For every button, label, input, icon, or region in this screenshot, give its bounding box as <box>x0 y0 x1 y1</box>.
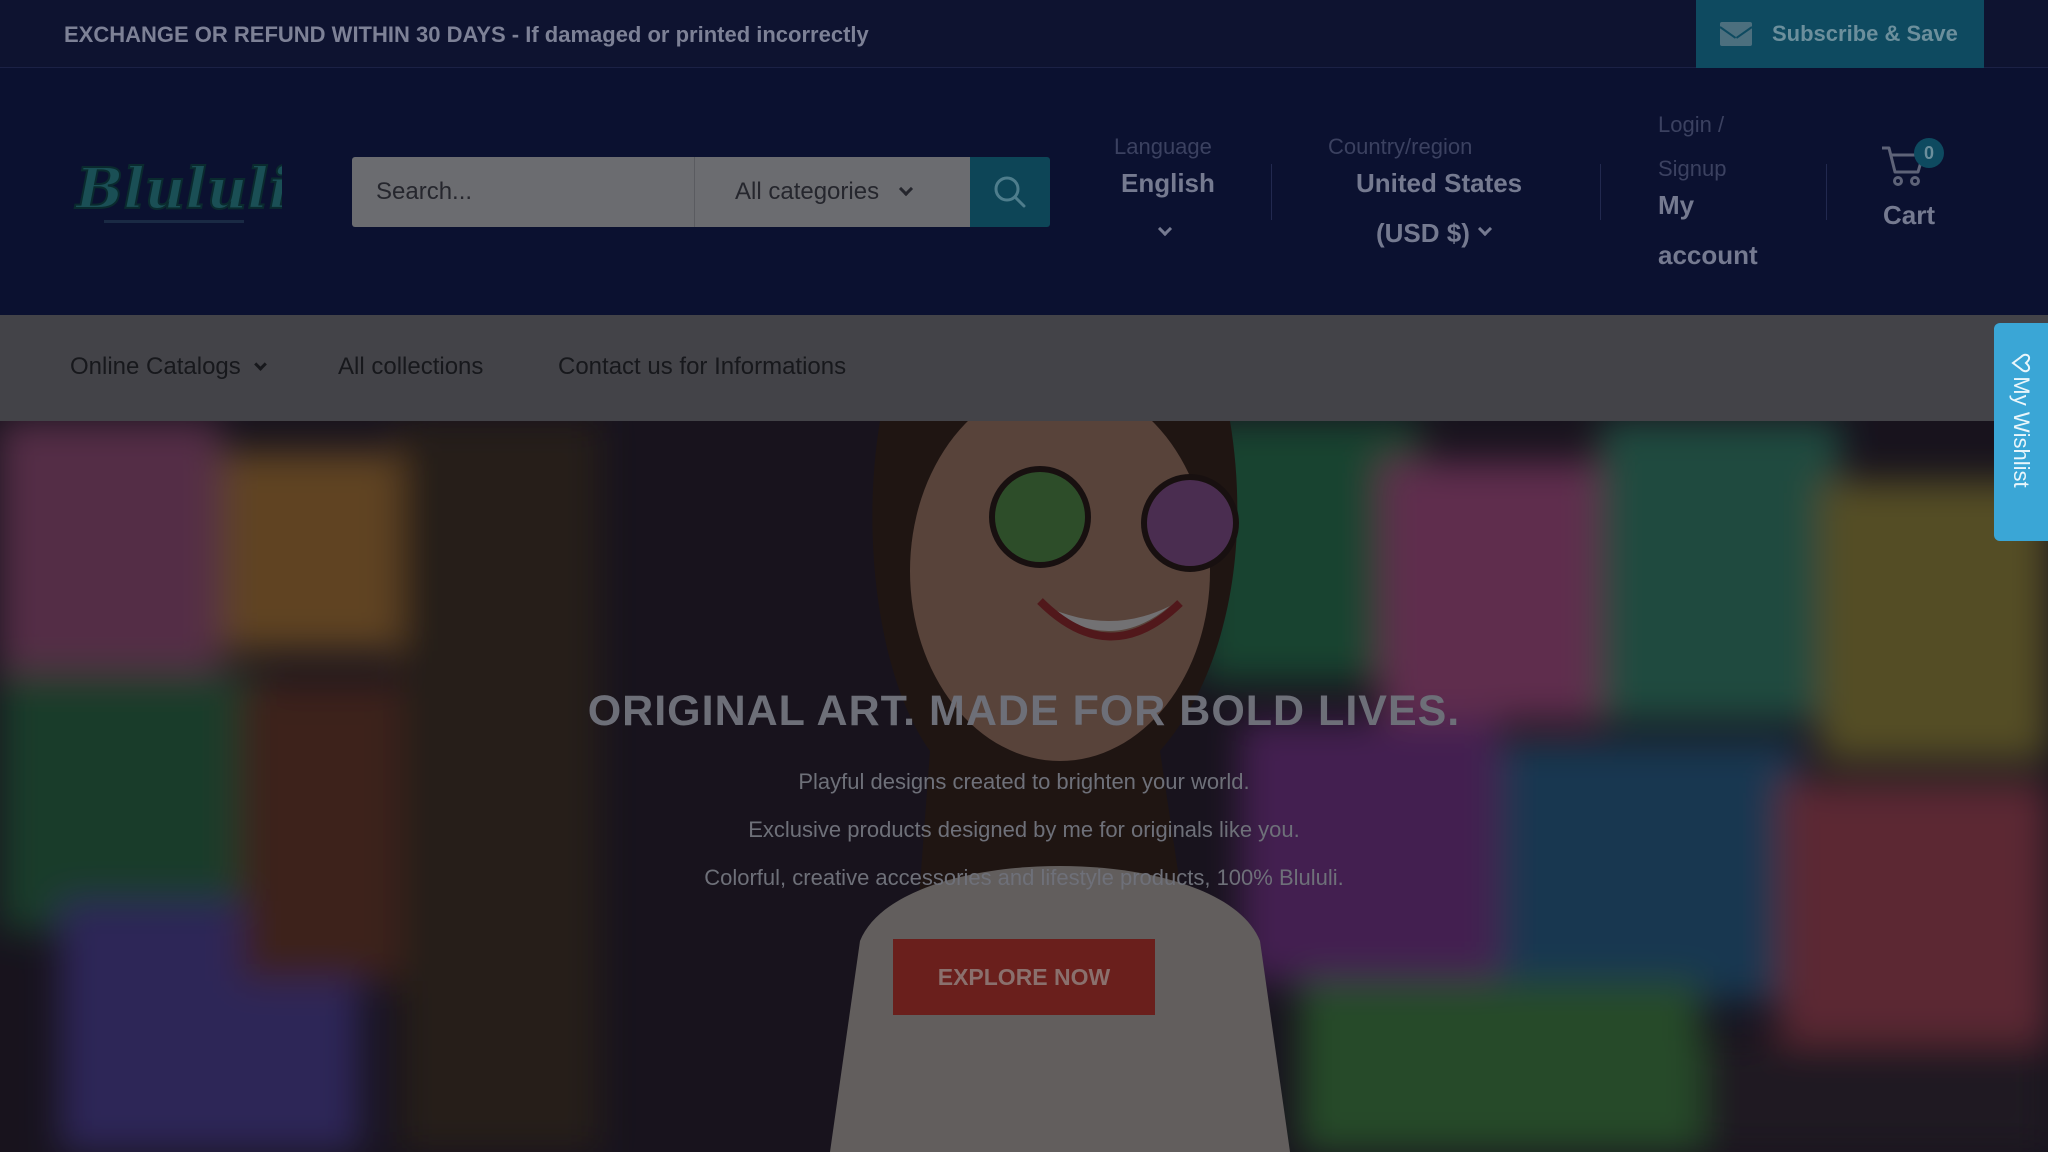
search-button[interactable] <box>970 157 1050 227</box>
chevron-down-icon <box>899 181 914 197</box>
main-nav <box>0 315 2048 421</box>
wishlist-tab[interactable]: My Wishlist <box>1994 323 2048 541</box>
category-select[interactable]: All categories <box>694 157 970 227</box>
nav-item-online-catalogs[interactable]: Online Catalogs <box>70 353 241 381</box>
wishlist-label: My Wishlist <box>2009 376 2034 488</box>
category-select-value: All categories <box>735 178 880 205</box>
currency-value[interactable]: (USD $) <box>1376 218 1470 249</box>
announcement-bar: EXCHANGE OR REFUND WITHIN 30 DAYS - If d… <box>0 0 2048 68</box>
search-icon <box>994 176 1026 208</box>
search-input[interactable] <box>352 157 694 227</box>
logo-text: Blululi <box>74 156 282 222</box>
login-label[interactable]: Login / <box>1658 112 1724 138</box>
my-account-link-line2[interactable]: account <box>1658 240 1758 271</box>
divider <box>1826 164 1827 220</box>
hero-subtitle-line: Colorful, creative accessories and lifes… <box>704 865 1344 890</box>
mail-icon <box>1720 22 1752 46</box>
country-value[interactable]: United States <box>1356 168 1522 199</box>
hero-subtitle-line: Playful designs created to brighten your… <box>798 769 1250 794</box>
nav-item-contact[interactable]: Contact us for Informations <box>558 353 846 381</box>
hero-subtitle-line: Exclusive products designed by me for or… <box>748 817 1300 842</box>
cart-label[interactable]: Cart <box>1883 200 1935 231</box>
divider <box>1271 164 1272 220</box>
explore-now-button[interactable]: EXPLORE NOW <box>893 939 1155 1015</box>
country-label: Country/region <box>1328 134 1473 159</box>
language-value[interactable]: English <box>1121 168 1215 199</box>
my-account-link[interactable]: My <box>1658 190 1694 221</box>
cart-count-badge: 0 <box>1914 138 1944 168</box>
nav-item-all-collections[interactable]: All collections <box>338 353 483 381</box>
subscribe-label: Subscribe & Save <box>1772 21 1958 46</box>
signup-label[interactable]: Signup <box>1658 156 1727 182</box>
heart-icon <box>2011 353 2031 373</box>
hero-title: ORIGINAL ART. MADE FOR BOLD LIVES. <box>587 687 1461 735</box>
language-label: Language <box>1114 134 1212 159</box>
logo[interactable]: Blululi <box>72 146 282 236</box>
subscribe-button[interactable]: Subscribe & Save <box>1696 0 1984 68</box>
search-field[interactable] <box>352 157 694 227</box>
divider <box>1600 164 1601 220</box>
announcement-text: EXCHANGE OR REFUND WITHIN 30 DAYS - If d… <box>64 22 869 47</box>
hero-banner: ORIGINAL ART. MADE FOR BOLD LIVES. Playf… <box>0 421 2048 1152</box>
